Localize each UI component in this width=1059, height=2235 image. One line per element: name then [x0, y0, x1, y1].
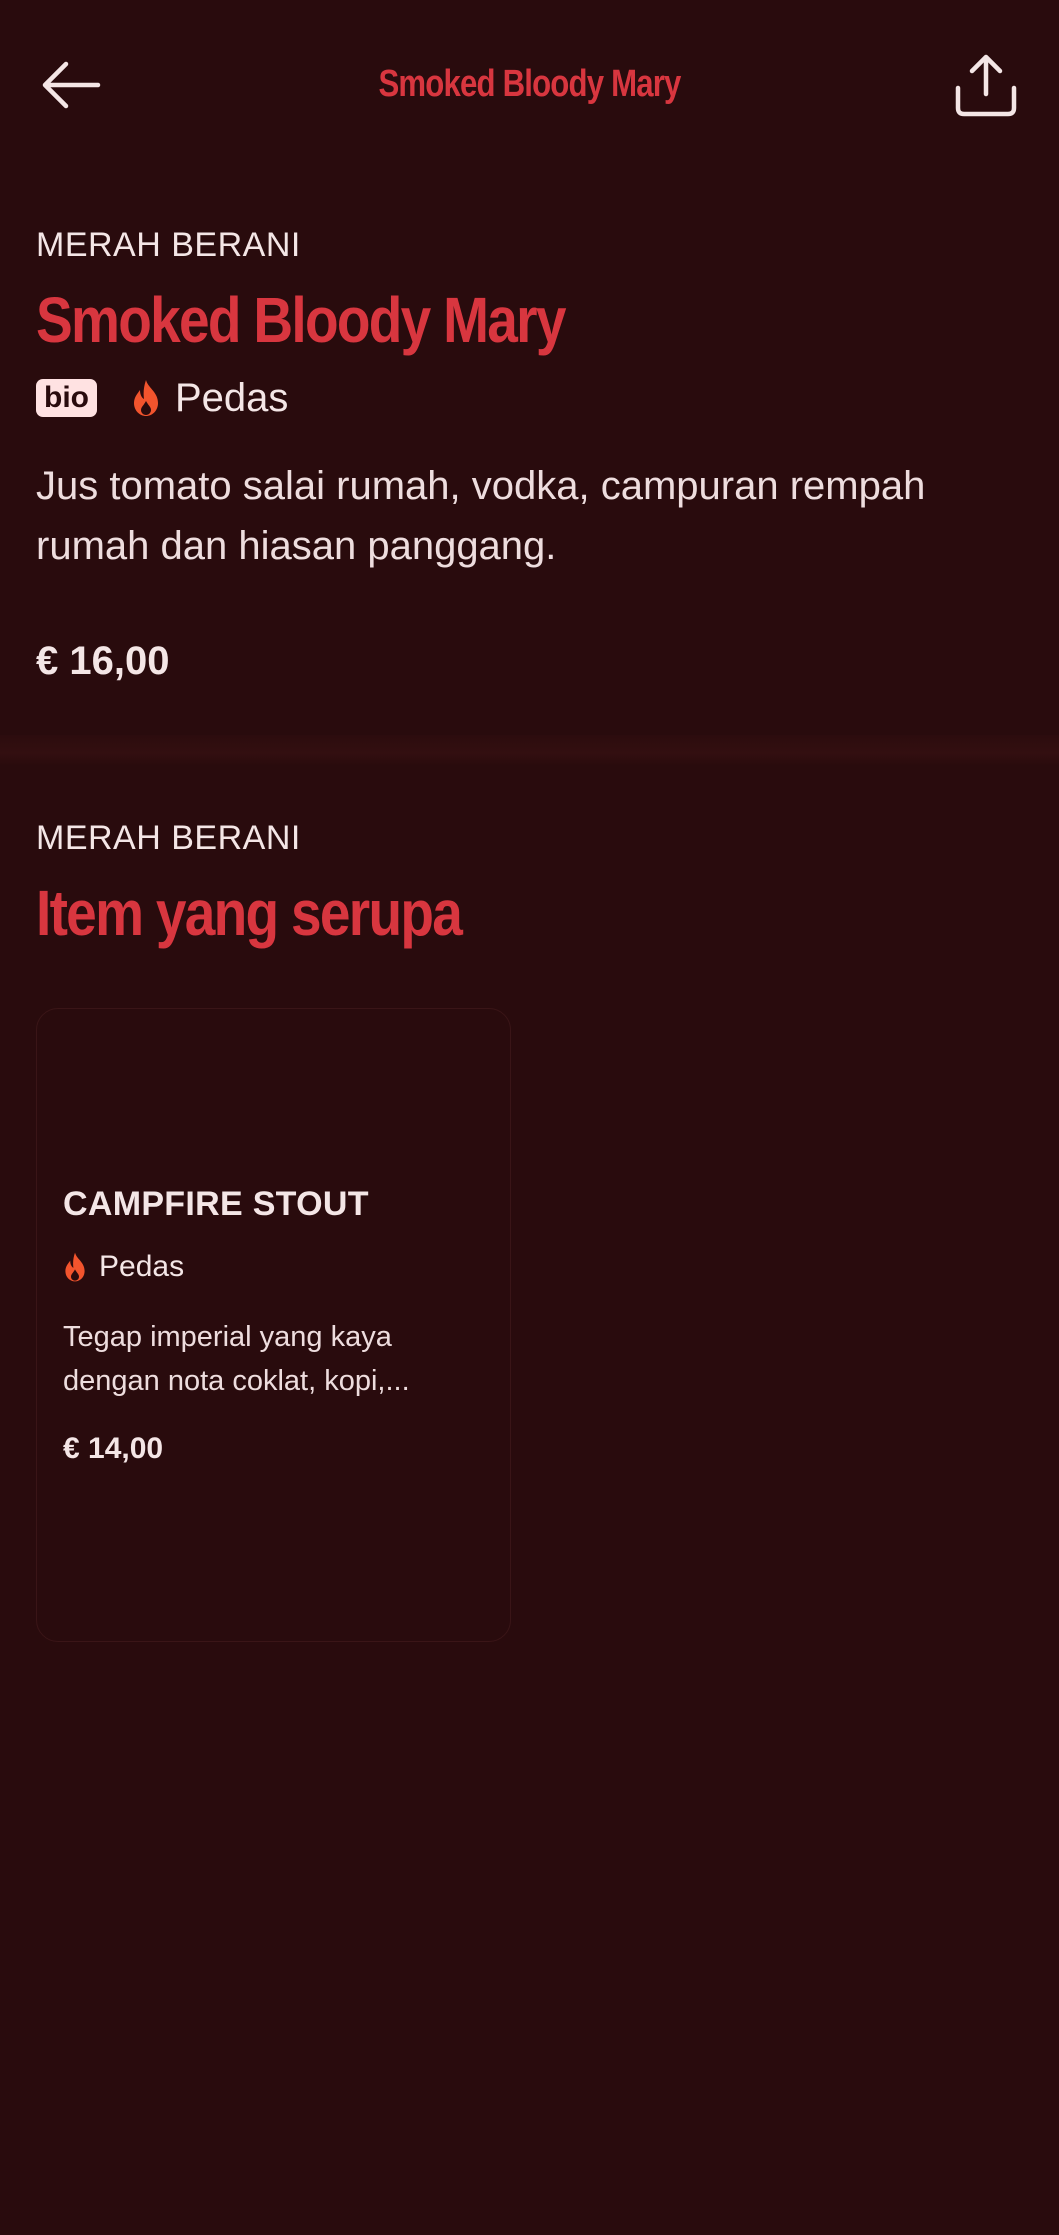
similar-category: MERAH BERANI: [36, 819, 301, 857]
product-name: Smoked Bloody Mary: [36, 284, 566, 356]
product-description: Jus tomato salai rumah, vodka, campuran …: [36, 464, 926, 568]
arrow-left-icon: [42, 61, 101, 109]
product-detail: MERAH BERANI Smoked Bloody Mary bio Peda…: [36, 220, 1026, 686]
product-price: € 16,00: [36, 639, 170, 683]
similar-items-section: MERAH BERANI Item yang serupa: [36, 813, 1026, 951]
card-tags: Pedas: [63, 1247, 184, 1287]
card-name: CAMPFIRE STOUT: [63, 1185, 369, 1223]
top-app-bar: Smoked Bloody Mary: [0, 0, 1059, 170]
flame-icon: [65, 1252, 85, 1282]
product-category: MERAH BERANI: [36, 226, 301, 264]
card-spice-label: Pedas: [99, 1250, 185, 1283]
product-tags: bio Pedas: [36, 368, 1026, 428]
card-description: Tegap imperial yang kaya dengan nota cok…: [63, 1321, 410, 1397]
spice-label: Pedas: [175, 376, 289, 420]
flame-icon: [134, 380, 158, 416]
share-icon: [955, 54, 1017, 117]
bio-badge: bio: [36, 379, 97, 417]
section-divider: [0, 735, 1059, 765]
page-title: Smoked Bloody Mary: [378, 63, 681, 105]
similar-item-card[interactable]: CAMPFIRE STOUT Pedas Tegap imperial yang…: [36, 1008, 511, 1642]
similar-title: Item yang serupa: [36, 877, 463, 949]
share-button[interactable]: [950, 50, 1022, 122]
back-button[interactable]: [36, 55, 106, 115]
card-price: € 14,00: [63, 1432, 164, 1465]
